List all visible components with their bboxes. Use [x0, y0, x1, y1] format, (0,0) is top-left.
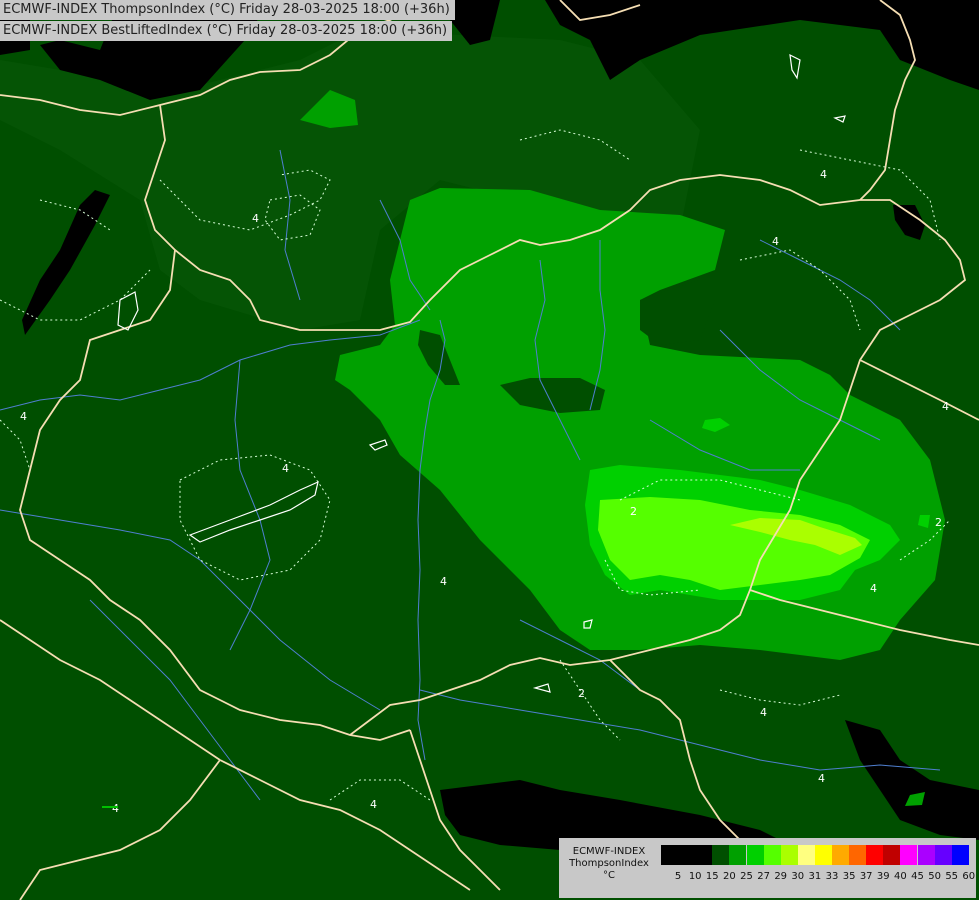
- legend-label-45: 45: [911, 871, 924, 882]
- contour-label: 4: [282, 462, 289, 475]
- legend-label-20: 20: [723, 871, 736, 882]
- map-title-secondary: ECMWF-INDEX BestLiftedIndex (°C) Friday …: [0, 21, 453, 41]
- weather-map-view: 4 4 4 4 4 4 4 2 2 2 4 4 4 4 4 ECMWF-INDEX ThompsonInde…: [0, 0, 979, 900]
- map-marker: [102, 806, 118, 808]
- legend-label-10: 10: [688, 871, 702, 882]
- legend-label-30: 30: [791, 871, 805, 882]
- legend-label-33: 33: [825, 871, 839, 882]
- legend-label-31: 31: [808, 871, 822, 882]
- legend-parameter: ThompsonIndex: [569, 858, 649, 869]
- legend-swatch-37: [849, 845, 867, 865]
- legend-label-50: 50: [928, 871, 941, 882]
- legend-swatch-35: [832, 845, 849, 865]
- contour-label: 4: [370, 798, 377, 811]
- legend-label-29: 29: [774, 871, 788, 882]
- legend-label-39: 39: [876, 871, 890, 882]
- legend-swatch-30: [780, 845, 798, 865]
- legend-label-27: 27: [757, 871, 770, 882]
- legend-label-60: 60: [962, 871, 976, 882]
- contour-label: 4: [252, 212, 259, 225]
- legend-swatch-27: [746, 845, 764, 865]
- contour-label: 4: [818, 772, 825, 785]
- contour-label: 4: [440, 575, 447, 588]
- legend-swatch-29: [763, 845, 781, 865]
- legend-swatch-45: [900, 845, 918, 865]
- legend-model: ECMWF-INDEX: [572, 846, 646, 857]
- legend-label-35: 35: [842, 871, 856, 882]
- legend-unit: °C: [603, 870, 615, 881]
- contour-label: 2: [630, 505, 637, 518]
- forecast-map: 4 4 4 4 4 4 4 2 2 2 4 4 4 4 4: [0, 0, 979, 900]
- contour-label: 4: [942, 400, 949, 413]
- legend-label-55: 55: [945, 871, 959, 882]
- legend-swatch-50: [917, 845, 935, 865]
- legend-label-25: 25: [740, 871, 753, 882]
- contour-label: 4: [870, 582, 877, 595]
- contour-label: 2: [935, 516, 942, 529]
- legend-swatch-31: [797, 845, 815, 865]
- legend-label-37: 37: [859, 871, 873, 882]
- contour-label: 4: [820, 168, 827, 181]
- contour-label: 4: [772, 235, 779, 248]
- contour-label: 2: [578, 687, 585, 700]
- legend-swatch-40: [883, 845, 901, 865]
- legend-swatch-10: [678, 845, 696, 865]
- legend-title: ECMWF-INDEX ThompsonIndex °C: [559, 846, 659, 882]
- legend-swatch-20: [712, 845, 730, 865]
- contour-label: 4: [20, 410, 27, 423]
- legend-swatch-5: [661, 845, 678, 865]
- contour-label: 4: [112, 802, 119, 815]
- legend-swatch-15: [695, 845, 713, 865]
- legend-label-15: 15: [705, 871, 719, 882]
- legend-swatch-39: [866, 845, 884, 865]
- map-title-primary: ECMWF-INDEX ThompsonIndex (°C) Friday 28…: [0, 0, 455, 20]
- contour-label: 4: [760, 706, 767, 719]
- legend-swatch-33: [814, 845, 832, 865]
- legend-swatch-55: [934, 845, 952, 865]
- legend-swatch-25: [729, 845, 747, 865]
- legend-label-5: 5: [674, 871, 682, 882]
- legend-label-40: 40: [894, 871, 907, 882]
- color-legend: ECMWF-INDEX ThompsonIndex °C 5 10 15 20 25 27…: [559, 838, 976, 898]
- legend-swatch-60: [951, 845, 969, 865]
